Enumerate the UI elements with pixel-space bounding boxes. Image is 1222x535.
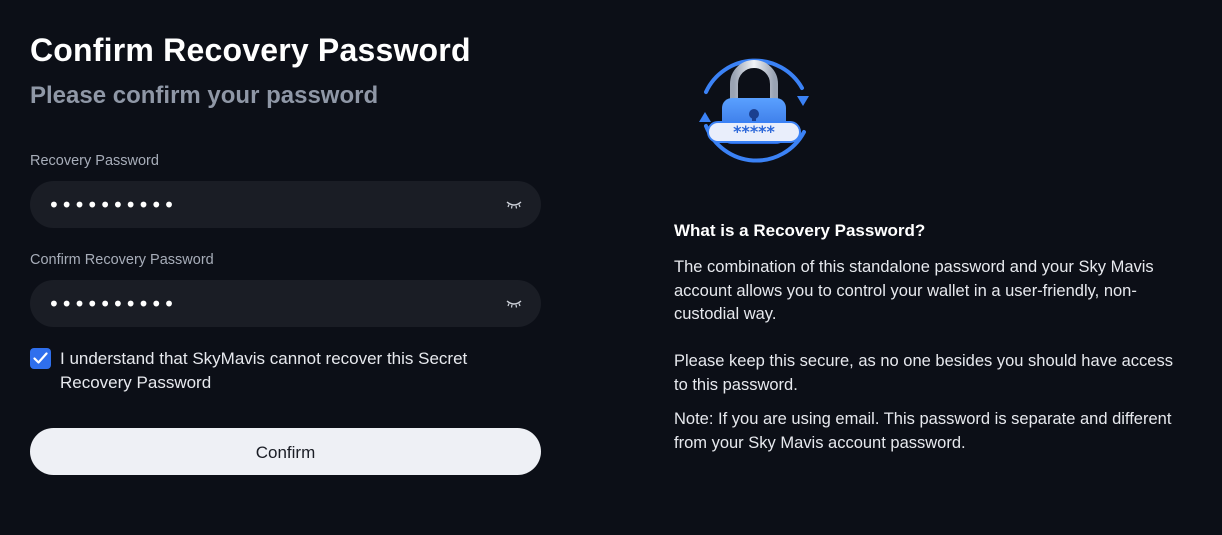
info-paragraph-2: Please keep this secure, as no one besid… — [674, 352, 1173, 394]
confirm-password-label: Confirm Recovery Password — [30, 252, 214, 268]
lock-recovery-illustration: ***** — [699, 58, 809, 163]
info-title: What is a Recovery Password? — [674, 221, 926, 240]
info-paragraph-1: The combination of this standalone passw… — [674, 258, 1154, 323]
confirm-password-field — [30, 280, 541, 327]
eye-closed-icon[interactable] — [505, 296, 523, 310]
svg-text:*****: ***** — [733, 122, 775, 141]
recovery-password-field — [30, 181, 541, 228]
recovery-password-input[interactable] — [30, 181, 541, 228]
confirm-button[interactable]: Confirm — [30, 428, 541, 475]
checkmark-icon — [33, 352, 48, 364]
page-title: Confirm Recovery Password — [30, 32, 471, 68]
acknowledge-checkbox[interactable] — [30, 348, 51, 369]
info-note: Note: If you are using email. This passw… — [674, 410, 1172, 452]
recovery-password-label: Recovery Password — [30, 153, 159, 169]
page-subtitle: Please confirm your password — [30, 82, 379, 109]
eye-closed-icon[interactable] — [505, 197, 523, 211]
confirm-password-input[interactable] — [30, 280, 541, 327]
acknowledge-text: I understand that SkyMavis cannot recove… — [60, 349, 468, 392]
